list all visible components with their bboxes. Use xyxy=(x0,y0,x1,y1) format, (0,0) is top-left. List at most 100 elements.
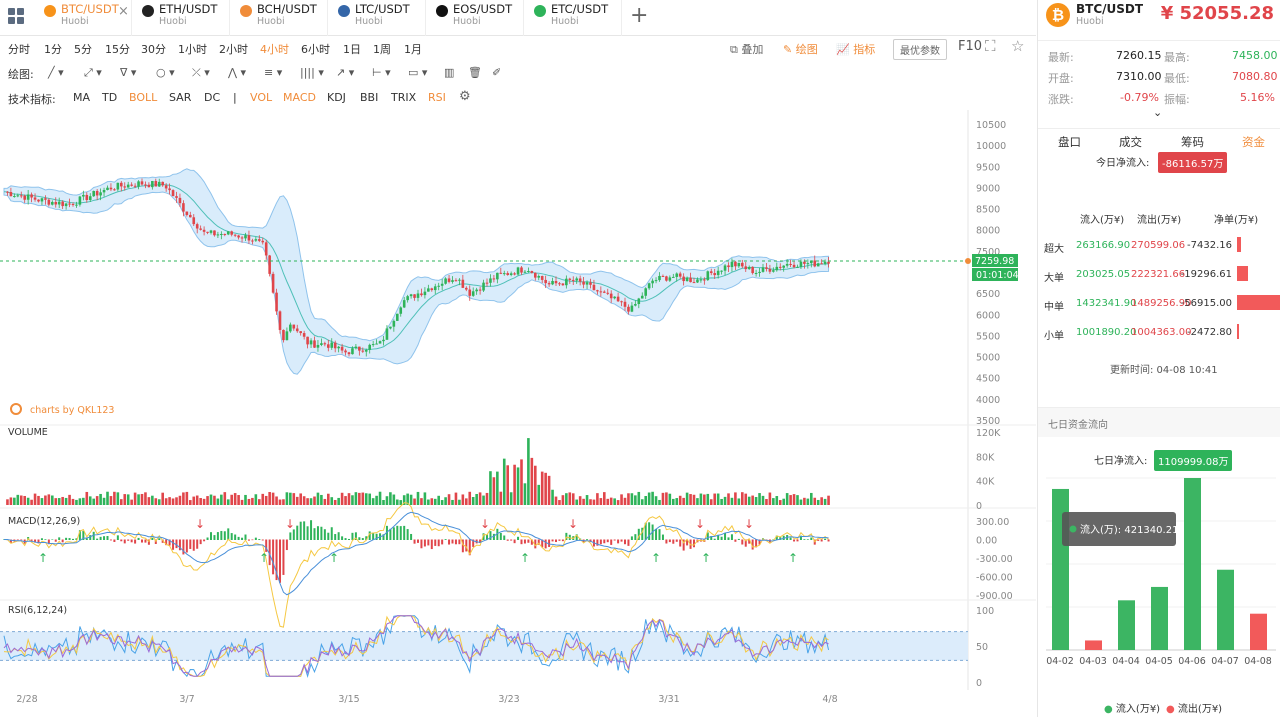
overlay-button[interactable]: ⧉ 叠加 xyxy=(730,41,763,57)
trash-icon[interactable]: 🗑 xyxy=(468,66,482,79)
gann-tool-icon[interactable]: |||| ▾ xyxy=(300,66,324,79)
arrow-tool-icon[interactable]: ↗ ▾ xyxy=(336,66,354,79)
indicator-button[interactable]: 📈 指标 xyxy=(836,41,875,57)
candle-body xyxy=(51,201,54,205)
bar-in-04-05[interactable] xyxy=(1151,586,1168,650)
period-bar: 分时 1分 5分 15分 30分 1小时 2小时 4小时 6小时 1日 1周 1月 xyxy=(0,36,1036,60)
bar-in-04-06[interactable] xyxy=(1184,478,1201,650)
candle-body xyxy=(295,328,299,332)
candle-body xyxy=(685,277,689,282)
bar-out-04-03[interactable] xyxy=(1085,640,1102,650)
volume-bar xyxy=(409,494,413,505)
fib-tool-icon[interactable]: ≡ ▾ xyxy=(264,66,282,79)
tab-btc-usdt[interactable]: BTC/USDT Huobi × xyxy=(34,0,132,36)
right-tab-3[interactable]: 资金 xyxy=(1242,134,1265,150)
volume-bar xyxy=(468,491,472,505)
candle-body xyxy=(485,282,489,284)
indicator-3[interactable]: SAR xyxy=(169,91,191,104)
seven-day-chart[interactable]: 04-02 04-03 04-04 04-05 04-06 04-07 04-08 流入(万)… xyxy=(1038,470,1280,685)
tab-bch-usdt[interactable]: BCH/USDT Huobi xyxy=(230,0,328,36)
draw-button[interactable]: ✎ 绘图 xyxy=(783,41,818,57)
candle-body xyxy=(778,266,782,268)
flow-row-bar xyxy=(1237,266,1248,281)
comment-tool-icon[interactable]: ▭ ▾ xyxy=(408,66,427,79)
tab-ltc-usdt[interactable]: LTC/USDT Huobi xyxy=(328,0,426,36)
candle-body xyxy=(496,272,499,280)
grid-menu-icon[interactable] xyxy=(8,8,26,26)
right-tab-2[interactable]: 筹码 xyxy=(1181,134,1204,150)
bar-in-04-04[interactable] xyxy=(1118,600,1135,650)
bar-out-04-08[interactable] xyxy=(1250,613,1267,650)
volume-bar xyxy=(758,493,761,505)
optimal-params-button[interactable]: 最优参数 xyxy=(893,39,947,60)
candle-body xyxy=(471,291,475,296)
candle-body xyxy=(413,294,416,298)
volume-bar xyxy=(195,495,199,505)
candle-body xyxy=(264,242,268,256)
period-6[interactable]: 2小时 xyxy=(219,41,248,57)
indicator-9[interactable]: BBI xyxy=(360,91,378,104)
volume-bar xyxy=(696,498,699,505)
candle-body xyxy=(192,217,196,225)
tab-pair: BTC/USDT xyxy=(61,2,119,16)
tab-eos-usdt[interactable]: EOS/USDT Huobi xyxy=(426,0,524,36)
candle-body xyxy=(371,344,375,346)
indicator-1[interactable]: TD xyxy=(102,91,117,104)
expand-chevron-icon[interactable]: ⌄ xyxy=(1153,106,1162,119)
flow-row-out: 1004363.00 xyxy=(1131,327,1192,338)
indicator-4[interactable]: DC xyxy=(204,91,220,104)
bar-tool-icon[interactable]: ▥ xyxy=(444,66,454,79)
volume-bar xyxy=(416,491,420,505)
indicator-6[interactable]: VOL xyxy=(250,91,272,104)
volume-bar xyxy=(337,497,340,505)
macd-hist xyxy=(423,539,426,547)
volume-bar xyxy=(399,500,403,505)
tab-etc-usdt[interactable]: ETC/USDT Huobi xyxy=(524,0,622,36)
candle-body xyxy=(561,283,565,286)
pattern-tool-icon[interactable]: ⋀ ▾ xyxy=(228,66,246,79)
fullscreen-icon[interactable]: ⛶ xyxy=(985,37,996,55)
volume-bar xyxy=(147,497,151,505)
period-4[interactable]: 30分 xyxy=(141,41,166,57)
period-9[interactable]: 1日 xyxy=(343,41,361,57)
macd-hist xyxy=(827,539,830,542)
indicator-7[interactable]: MACD xyxy=(283,91,316,104)
right-tab-1[interactable]: 成交 xyxy=(1119,134,1142,150)
star-icon[interactable]: ☆ xyxy=(1011,37,1024,55)
flow-header-in: 流入(万¥) xyxy=(1080,215,1125,226)
cross-tool-icon[interactable]: ⤫ ▾ xyxy=(192,66,210,80)
line-tool-icon[interactable]: ╱ ▾ xyxy=(48,66,64,79)
period-2[interactable]: 5分 xyxy=(74,41,92,57)
measure-tool-icon[interactable]: ⊢ ▾ xyxy=(372,66,391,79)
shape-tool-icon[interactable]: ○ ▾ xyxy=(156,66,175,79)
add-tab-icon[interactable]: + xyxy=(630,3,648,28)
period-11[interactable]: 1月 xyxy=(404,41,422,57)
indicator-10[interactable]: TRIX xyxy=(391,91,416,104)
indicator-0[interactable]: MA xyxy=(73,91,90,104)
candle-body xyxy=(585,282,589,285)
period-10[interactable]: 1周 xyxy=(373,41,391,57)
right-tab-0[interactable]: 盘口 xyxy=(1058,134,1081,150)
seven-day-title: 七日资金流向 xyxy=(1048,420,1108,431)
indicator-2[interactable]: BOLL xyxy=(129,91,157,104)
macd-hist xyxy=(127,539,130,541)
period-0[interactable]: 分时 xyxy=(8,41,30,57)
settings-gear-icon[interactable]: ⚙ xyxy=(459,89,471,104)
close-icon[interactable]: × xyxy=(118,4,129,19)
eraser-icon[interactable]: ✐ xyxy=(492,66,501,79)
period-5[interactable]: 1小时 xyxy=(178,41,207,57)
update-time: 更新时间: 04-08 10:41 xyxy=(1110,365,1218,376)
period-1[interactable]: 1分 xyxy=(44,41,62,57)
bar-in-04-07[interactable] xyxy=(1217,569,1234,650)
tab-eth-usdt[interactable]: ETH/USDT Huobi xyxy=(132,0,230,36)
period-7[interactable]: 4小时 xyxy=(260,41,289,57)
f10-button[interactable]: F10 xyxy=(958,39,982,54)
ray-tool-icon[interactable]: ⤢ ▾ xyxy=(84,66,102,80)
kline-chart[interactable]: 1050010000950090008500800075007000650060… xyxy=(0,110,1036,710)
channel-tool-icon[interactable]: ∇ ▾ xyxy=(120,66,136,79)
indicator-11[interactable]: RSI xyxy=(428,91,446,104)
period-3[interactable]: 15分 xyxy=(105,41,130,57)
macd-label: MACD(12,26,9) xyxy=(8,516,80,527)
indicator-8[interactable]: KDJ xyxy=(327,91,346,104)
period-8[interactable]: 6小时 xyxy=(301,41,330,57)
